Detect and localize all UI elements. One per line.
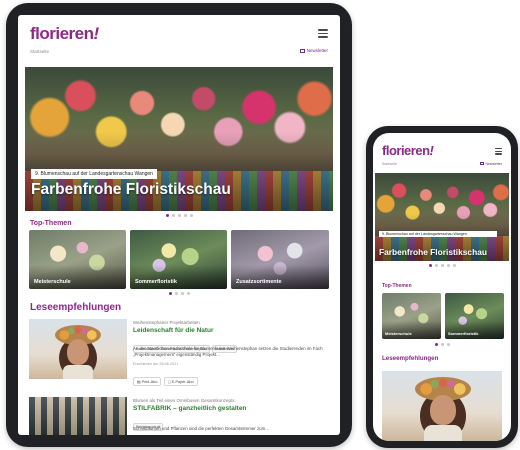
top-themen-tiles: Meisterschule Sommerfloristik Zusatzsort… — [29, 230, 329, 289]
top-themen-dots[interactable] — [373, 343, 511, 346]
site-logo[interactable]: florieren! — [382, 143, 434, 158]
tile-sommerfloristik[interactable]: Sommerfloristik — [130, 230, 227, 289]
tile-sommerfloristik[interactable]: Sommerfloristik — [445, 293, 504, 339]
envelope-icon — [479, 161, 484, 165]
tile-meisterschule[interactable]: Meisterschule — [29, 230, 126, 289]
hero-banner[interactable]: 9. Blumenschau auf der Landesgartenschau… — [25, 67, 333, 211]
lese-title: Leseempfehlungen — [382, 355, 439, 362]
tile-meisterschule[interactable]: Meisterschule — [382, 293, 441, 339]
breadcrumb[interactable]: Startseite — [382, 162, 397, 166]
top-themen-tiles: Meisterschule Sommerfloristik — [382, 293, 504, 339]
article-title[interactable]: STILFABRIK – ganzheitlich gestalten — [133, 405, 246, 412]
phone-screen: florieren! Startseite Newsletter 9. Blum… — [373, 133, 511, 441]
top-themen-dots[interactable] — [18, 292, 340, 295]
article-image[interactable] — [382, 371, 502, 441]
article-image — [29, 319, 127, 379]
tablet-device: florieren! Startseite Newsletter 9. Blum… — [6, 3, 352, 447]
top-themen-title: Top-Themen — [30, 220, 72, 227]
envelope-icon — [299, 48, 305, 53]
article-actions: ▤ Print-Abo ▯ E-Paper-Abo — [133, 370, 198, 388]
phone-header: florieren! Startseite Newsletter — [373, 133, 511, 173]
epaper-abo-button[interactable]: ▯ E-Paper-Abo — [164, 377, 198, 386]
tile-label: Meisterschule — [34, 279, 71, 285]
article-card[interactable]: Weihenstephaner Projektarbeiten Leidensc… — [29, 319, 329, 399]
tile-label: Zusatzsortimente — [236, 279, 282, 285]
tablet-screen: florieren! Startseite Newsletter 9. Blum… — [18, 15, 340, 435]
article-image — [29, 397, 127, 435]
newsletter-link[interactable]: Newsletter — [299, 48, 328, 53]
newsletter-label: Newsletter — [306, 48, 328, 53]
article-body: An der Staatlichen Fachschule für Blumen… — [133, 346, 323, 357]
logo-text: florieren — [30, 24, 94, 43]
hero-carousel-dots[interactable] — [373, 264, 511, 267]
logo-mark: ! — [93, 24, 100, 43]
print-abo-button[interactable]: ▤ Print-Abo — [133, 377, 162, 386]
article-kicker: Weihenstephaner Projektarbeiten — [133, 320, 200, 325]
newsletter-label: Newsletter — [485, 161, 502, 166]
article-body: Schnittblumen und Pflanzen sind die perf… — [133, 426, 269, 431]
tile-label: Meisterschule — [385, 331, 412, 336]
article-kicker: Blumen als Teil eines Omnibusen Gesamtko… — [133, 398, 235, 403]
hero-tag: 9. Blumenschau auf der Landesgartenschau… — [379, 231, 497, 238]
tablet-header: florieren! Startseite Newsletter — [18, 15, 340, 67]
device-mockup-stage: florieren! Startseite Newsletter 9. Blum… — [0, 0, 520, 450]
hero-banner[interactable]: 9. Blumenschau auf der Landesgartenschau… — [375, 173, 509, 261]
tile-zusatzsortimente[interactable]: Zusatzsortimente — [231, 230, 329, 289]
hero-title: Farbenfrohe Floristikschau — [379, 247, 487, 257]
breadcrumb[interactable]: Startseite — [30, 49, 49, 54]
site-logo[interactable]: florieren! — [30, 24, 99, 44]
article-title[interactable]: Leidenschaft für die Natur — [133, 327, 214, 334]
hero-title: Farbenfrohe Floristikschau — [31, 181, 231, 198]
article-date: Erschienen am 28.06.2021 — [133, 362, 179, 366]
tile-label: Sommerfloristik — [448, 331, 479, 336]
logo-text: florieren — [382, 143, 430, 158]
hero-carousel-dots[interactable] — [18, 214, 340, 217]
tile-label: Sommerfloristik — [135, 279, 177, 285]
hero-tag: 9. Blumenschau auf der Landesgartenschau… — [31, 169, 157, 179]
hamburger-menu-icon[interactable] — [318, 29, 328, 38]
logo-mark: ! — [429, 143, 434, 158]
article-card[interactable]: Blumen als Teil eines Omnibusen Gesamtko… — [29, 397, 329, 435]
lese-title: Leseempfehlungen — [30, 302, 122, 313]
phone-device: florieren! Startseite Newsletter 9. Blum… — [366, 126, 518, 448]
hamburger-menu-icon[interactable] — [495, 148, 502, 155]
top-themen-title: Top-Themen — [382, 283, 412, 289]
newsletter-link[interactable]: Newsletter — [479, 161, 502, 166]
